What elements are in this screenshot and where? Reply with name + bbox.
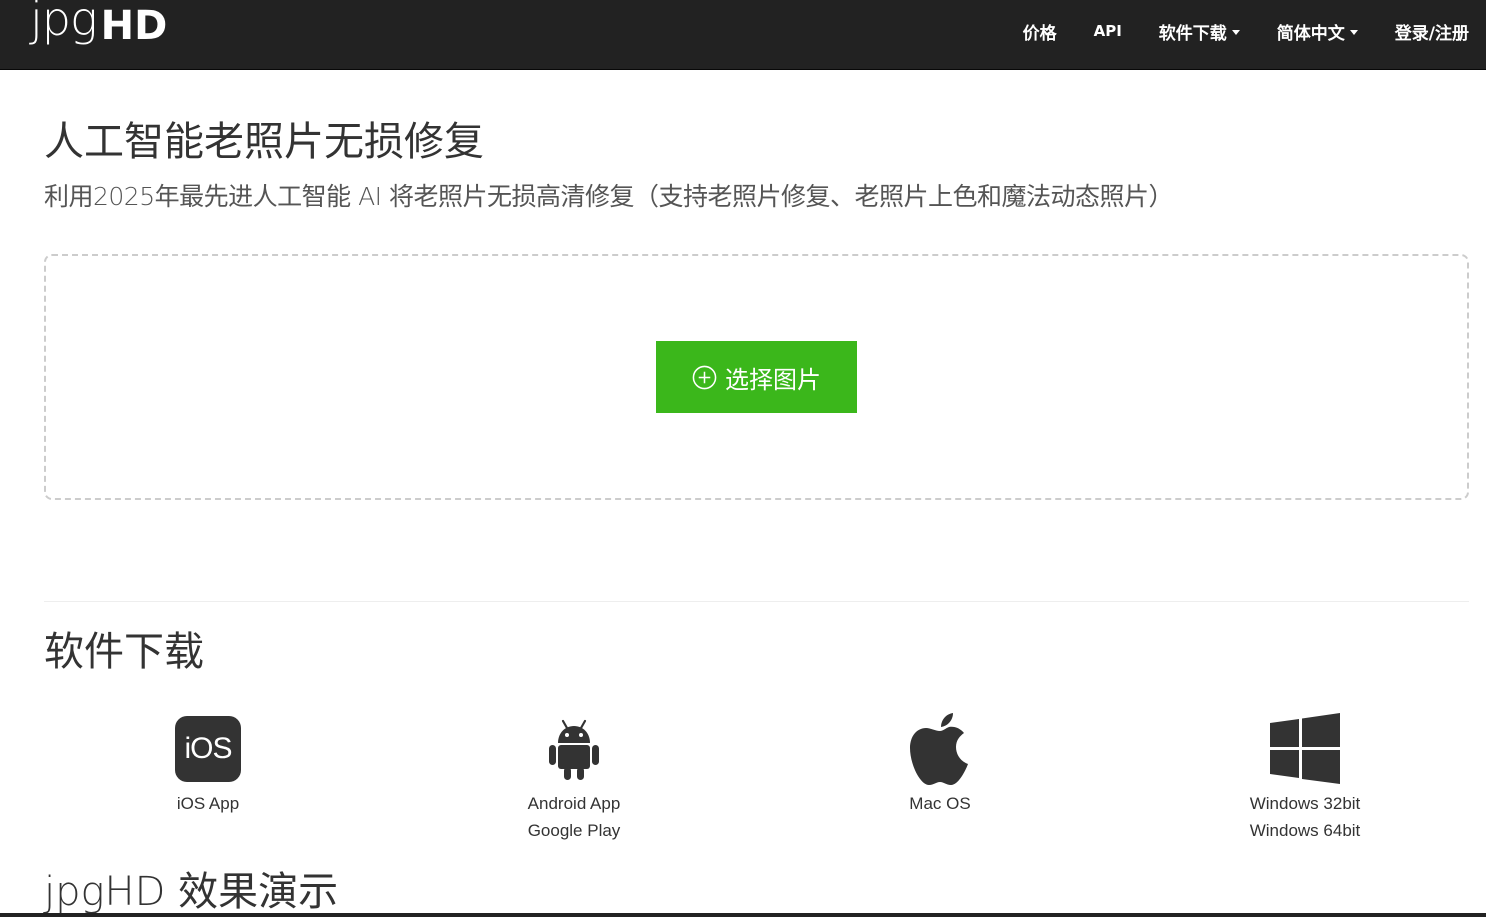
brand-logo[interactable]: jpg HD: [30, 0, 167, 56]
nav-login-link[interactable]: 登录/注册: [1395, 0, 1469, 62]
ios-badge-text: iOS: [184, 732, 232, 765]
brand-bold-text: HD: [100, 3, 168, 49]
page-title: 人工智能老照片无损修复: [44, 119, 484, 165]
mac-os-link[interactable]: Mac OS: [909, 790, 970, 817]
section-divider: [44, 601, 1469, 602]
top-navbar: jpg HD 价格 API 软件下载 简体中文 登录/注册: [0, 0, 1486, 70]
demo-section-title: jpgHD 效果演示: [44, 869, 339, 915]
android-icon[interactable]: [546, 717, 602, 781]
nav-download-dropdown[interactable]: 软件下载: [1159, 0, 1240, 62]
download-ios: iOS iOS App: [58, 708, 358, 817]
windows-64bit-link[interactable]: Windows 64bit: [1250, 817, 1361, 844]
page-subtitle: 利用2025年最先进人工智能 AI 将老照片无损高清修复（支持老照片修复、老照片…: [44, 182, 1174, 211]
caret-down-icon: [1231, 29, 1240, 35]
windows-icon[interactable]: [1269, 713, 1341, 785]
brand-light-text: jpg: [30, 0, 98, 46]
download-mac: Mac OS: [790, 708, 1090, 817]
google-play-link[interactable]: Google Play: [528, 817, 621, 844]
nav-menu: 价格 API 软件下载 简体中文 登录/注册: [1023, 0, 1469, 62]
download-windows: Windows 32bit Windows 64bit: [1155, 708, 1455, 844]
ios-app-link[interactable]: iOS App: [177, 790, 239, 817]
select-image-label: 选择图片: [725, 365, 821, 394]
nav-price-link[interactable]: 价格: [1023, 0, 1057, 62]
bottom-edge: [0, 913, 1486, 917]
nav-language-label: 简体中文: [1276, 23, 1345, 44]
nav-download-label: 软件下载: [1158, 23, 1227, 44]
apple-icon[interactable]: [908, 711, 972, 787]
nav-language-dropdown[interactable]: 简体中文: [1277, 0, 1358, 62]
nav-api-link[interactable]: API: [1094, 0, 1122, 62]
android-app-link[interactable]: Android App: [528, 790, 621, 817]
plus-circle-icon: [692, 365, 717, 389]
windows-32bit-link[interactable]: Windows 32bit: [1250, 790, 1361, 817]
downloads-section-title: 软件下载: [44, 629, 204, 675]
select-image-button[interactable]: 选择图片: [656, 341, 857, 413]
download-android: Android App Google Play: [424, 708, 724, 844]
ios-icon[interactable]: iOS: [175, 716, 241, 782]
caret-down-icon: [1349, 29, 1358, 35]
